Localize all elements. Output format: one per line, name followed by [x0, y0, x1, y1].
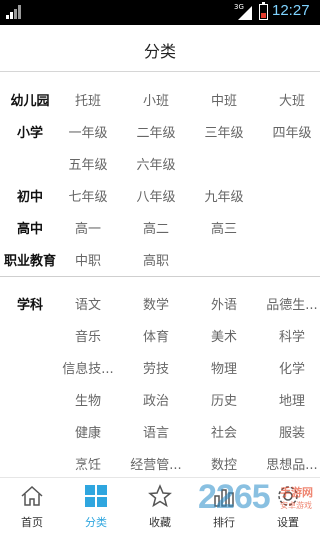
- battery-icon: [259, 2, 268, 20]
- category-item[interactable]: 化学: [257, 358, 320, 377]
- signal-strength-icon: [6, 5, 21, 19]
- watermark-brand: 2265: [198, 478, 271, 516]
- category-group-label: 职业教育: [3, 254, 56, 269]
- category-item[interactable]: 信息技...: [53, 358, 123, 377]
- category-item[interactable]: 历史: [189, 390, 259, 409]
- category-item[interactable]: 托班: [53, 90, 123, 109]
- category-item[interactable]: 劳技: [121, 358, 191, 377]
- status-time: 12:27: [272, 2, 310, 19]
- category-item[interactable]: 数控: [189, 454, 259, 473]
- category-group-label: 学科: [16, 298, 43, 313]
- category-group-label: 初中: [16, 190, 43, 205]
- category-row: 幼儿园 托班 小班 中班 大班: [0, 82, 320, 114]
- tab-2[interactable]: 分类: [64, 478, 128, 534]
- category-item[interactable]: 地理: [257, 390, 320, 409]
- category-item[interactable]: 小班: [121, 90, 191, 109]
- category-row: 生物 政治 历史 地理: [0, 382, 320, 414]
- category-item[interactable]: 音乐: [53, 326, 123, 345]
- status-bar: 3G 12:27: [0, 0, 320, 25]
- category-item[interactable]: 外语: [189, 294, 259, 313]
- category-item[interactable]: 八年级: [121, 186, 191, 205]
- category-row: 学科 语文 数学 外语 品德生...: [0, 286, 320, 318]
- category-item[interactable]: 语言: [121, 422, 191, 441]
- home-icon: [20, 484, 44, 508]
- grid-icon: [84, 484, 108, 508]
- tab-1[interactable]: 首页: [0, 478, 64, 534]
- category-row: 健康 语言 社会 服装: [0, 414, 320, 446]
- watermark-sub-bottom: 安卓游戏: [280, 501, 312, 510]
- category-row: 五年级 六年级: [0, 146, 320, 178]
- category-group-label: 幼儿园: [10, 94, 50, 109]
- watermark-sub-top: 手游网: [280, 486, 313, 499]
- category-list: 幼儿园 托班 小班 中班 大班 小学 一年级 二年级 三年级 四年级 五年级 六年级 初中 七年级 八年级九…: [0, 72, 320, 477]
- page-title: 分类: [143, 42, 176, 61]
- category-item[interactable]: 大班: [257, 90, 320, 109]
- category-row: 高中 高一 高二 高三: [0, 210, 320, 242]
- category-row: 信息技... 劳技 物理 化学: [0, 350, 320, 382]
- category-item[interactable]: 思想品...: [257, 454, 320, 473]
- category-item[interactable]: 七年级: [53, 186, 123, 205]
- category-item[interactable]: 高职: [121, 250, 191, 269]
- category-item[interactable]: 五年级: [53, 154, 123, 173]
- category-row: 小学 一年级 二年级 三年级 四年级: [0, 114, 320, 146]
- category-item[interactable]: 美术: [189, 326, 259, 345]
- category-item[interactable]: 数学: [121, 294, 191, 313]
- category-item[interactable]: 服装: [257, 422, 320, 441]
- category-item[interactable]: 四年级: [257, 122, 320, 141]
- category-item[interactable]: 体育: [121, 326, 191, 345]
- category-row: 烹饪 经营管... 数控 思想品...: [0, 446, 320, 477]
- category-item[interactable]: 语文: [53, 294, 123, 313]
- category-row: 职业教育 中职 高职: [0, 242, 320, 274]
- cell-signal-icon: [238, 6, 252, 20]
- category-item[interactable]: 九年级: [189, 186, 259, 205]
- tab-label: 首页: [21, 516, 43, 529]
- category-item[interactable]: 经营管...: [121, 454, 191, 473]
- category-item[interactable]: 高一: [53, 218, 123, 237]
- category-item[interactable]: 生物: [53, 390, 123, 409]
- section-divider: [0, 276, 320, 277]
- category-item[interactable]: 一年级: [53, 122, 123, 141]
- category-item[interactable]: 三年级: [189, 122, 259, 141]
- category-item[interactable]: 健康: [53, 422, 123, 441]
- watermark-logo: 2265 手游网 安卓游戏: [176, 478, 320, 524]
- category-item[interactable]: 中职: [53, 250, 123, 269]
- category-group-label: 小学: [16, 126, 43, 141]
- category-item[interactable]: 中班: [189, 90, 259, 109]
- star-icon: [148, 484, 172, 508]
- category-item[interactable]: 社会: [189, 422, 259, 441]
- category-item[interactable]: 品德生...: [257, 294, 320, 313]
- category-item[interactable]: 高二: [121, 218, 191, 237]
- category-group-label: 高中: [16, 222, 43, 237]
- category-row: 初中 七年级 八年级 九年级: [0, 178, 320, 210]
- category-item[interactable]: 二年级: [121, 122, 191, 141]
- title-bar: 分类: [0, 25, 320, 72]
- category-item[interactable]: 物理: [189, 358, 259, 377]
- category-item[interactable]: 高三: [189, 218, 259, 237]
- category-item[interactable]: 烹饪: [53, 454, 123, 473]
- category-row: 音乐 体育 美术 科学: [0, 318, 320, 350]
- tab-label: 分类: [85, 516, 107, 529]
- category-item[interactable]: 政治: [121, 390, 191, 409]
- category-item[interactable]: 六年级: [121, 154, 191, 173]
- category-item[interactable]: 科学: [257, 326, 320, 345]
